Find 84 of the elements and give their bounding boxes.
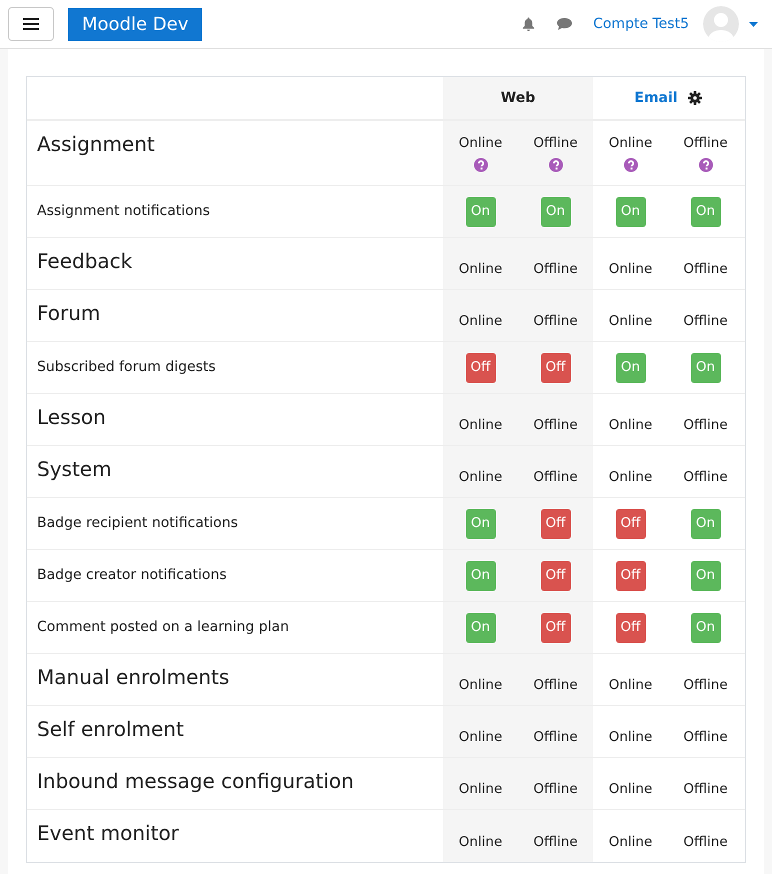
state-label: Offline bbox=[683, 134, 728, 152]
toggle-button[interactable]: On bbox=[466, 612, 496, 642]
component-heading: Event monitor bbox=[36, 820, 180, 847]
state-label: Online bbox=[608, 833, 652, 851]
state-label: Online bbox=[458, 468, 502, 486]
column-header: Web bbox=[500, 88, 536, 108]
state-label: Offline bbox=[683, 468, 728, 486]
toggle-button[interactable]: On bbox=[690, 560, 720, 590]
toggle-button[interactable]: Off bbox=[540, 508, 570, 538]
notification-label: Badge recipient notifications bbox=[36, 514, 239, 533]
state-label: Online bbox=[608, 260, 652, 278]
state-label: Online bbox=[458, 780, 502, 798]
state-label: Offline bbox=[533, 676, 578, 694]
toggle-button[interactable]: Off bbox=[540, 352, 570, 382]
state-label: Online bbox=[458, 833, 502, 851]
state-label: Offline bbox=[533, 312, 578, 330]
help-icon[interactable] bbox=[548, 158, 562, 172]
component-heading: Inbound message configuration bbox=[36, 768, 355, 795]
notification-label: Subscribed forum digests bbox=[36, 358, 217, 377]
state-label: Offline bbox=[683, 260, 728, 278]
component-heading: Lesson bbox=[36, 404, 107, 431]
toggle-button[interactable]: Off bbox=[540, 560, 570, 590]
state-label: Offline bbox=[533, 728, 578, 746]
state-label: Offline bbox=[533, 134, 578, 152]
state-label: Online bbox=[458, 260, 502, 278]
menu-button[interactable] bbox=[8, 7, 54, 41]
toggle-button[interactable]: On bbox=[616, 352, 646, 382]
state-label: Online bbox=[608, 312, 652, 330]
toggle-button[interactable]: On bbox=[540, 196, 570, 226]
state-label: Offline bbox=[683, 676, 728, 694]
chat-icon[interactable] bbox=[556, 17, 574, 31]
notification-label: Comment posted on a learning plan bbox=[36, 618, 290, 637]
user-name-link[interactable]: Compte Test5 bbox=[593, 14, 689, 34]
state-label: Offline bbox=[683, 780, 728, 798]
state-label: Online bbox=[458, 728, 502, 746]
state-label: Online bbox=[458, 416, 502, 434]
caret-icon[interactable] bbox=[749, 22, 758, 26]
state-label: Online bbox=[608, 134, 652, 152]
toggle-button[interactable]: On bbox=[690, 352, 720, 382]
toggle-button[interactable]: Off bbox=[616, 508, 646, 538]
menu-icon bbox=[23, 18, 39, 30]
gear-icon[interactable] bbox=[688, 91, 702, 105]
toggle-button[interactable]: Off bbox=[616, 612, 646, 642]
state-label: Online bbox=[458, 312, 502, 330]
state-label: Offline bbox=[683, 833, 728, 851]
help-icon[interactable] bbox=[474, 158, 488, 172]
toggle-button[interactable]: On bbox=[690, 196, 720, 226]
site-brand[interactable]: Moodle Dev bbox=[68, 8, 202, 40]
toggle-button[interactable]: On bbox=[466, 508, 496, 538]
bell-icon[interactable] bbox=[521, 16, 536, 32]
component-heading: Self enrolment bbox=[36, 716, 185, 743]
state-label: Online bbox=[608, 416, 652, 434]
toggle-button[interactable]: On bbox=[466, 196, 496, 226]
state-label: Offline bbox=[533, 468, 578, 486]
help-icon[interactable] bbox=[698, 158, 712, 172]
state-label: Offline bbox=[533, 260, 578, 278]
state-label: Offline bbox=[683, 728, 728, 746]
state-label: Online bbox=[458, 134, 502, 152]
component-heading: Feedback bbox=[36, 248, 134, 275]
state-label: Online bbox=[608, 780, 652, 798]
toggle-button[interactable]: On bbox=[690, 508, 720, 538]
state-label: Offline bbox=[683, 416, 728, 434]
component-heading: Forum bbox=[36, 300, 102, 327]
state-label: Online bbox=[608, 468, 652, 486]
state-label: Offline bbox=[533, 416, 578, 434]
notification-label: Badge creator notifications bbox=[36, 566, 228, 585]
help-icon[interactable] bbox=[624, 158, 638, 172]
component-heading: Assignment bbox=[36, 131, 156, 158]
state-label: Offline bbox=[533, 833, 578, 851]
state-label: Online bbox=[608, 728, 652, 746]
component-heading: System bbox=[36, 456, 113, 483]
toggle-button[interactable]: On bbox=[616, 196, 646, 226]
component-heading: Manual enrolments bbox=[36, 664, 230, 691]
state-label: Online bbox=[458, 676, 502, 694]
notification-label: Assignment notifications bbox=[36, 202, 211, 221]
state-label: Offline bbox=[533, 780, 578, 798]
toggle-button[interactable]: Off bbox=[466, 352, 496, 382]
state-label: Offline bbox=[683, 312, 728, 330]
toggle-button[interactable]: Off bbox=[616, 560, 646, 590]
toggle-button[interactable]: On bbox=[466, 560, 496, 590]
state-label: Online bbox=[608, 676, 652, 694]
column-header-link[interactable]: Email bbox=[634, 88, 678, 108]
toggle-button[interactable]: On bbox=[690, 612, 720, 642]
toggle-button[interactable]: Off bbox=[540, 612, 570, 642]
